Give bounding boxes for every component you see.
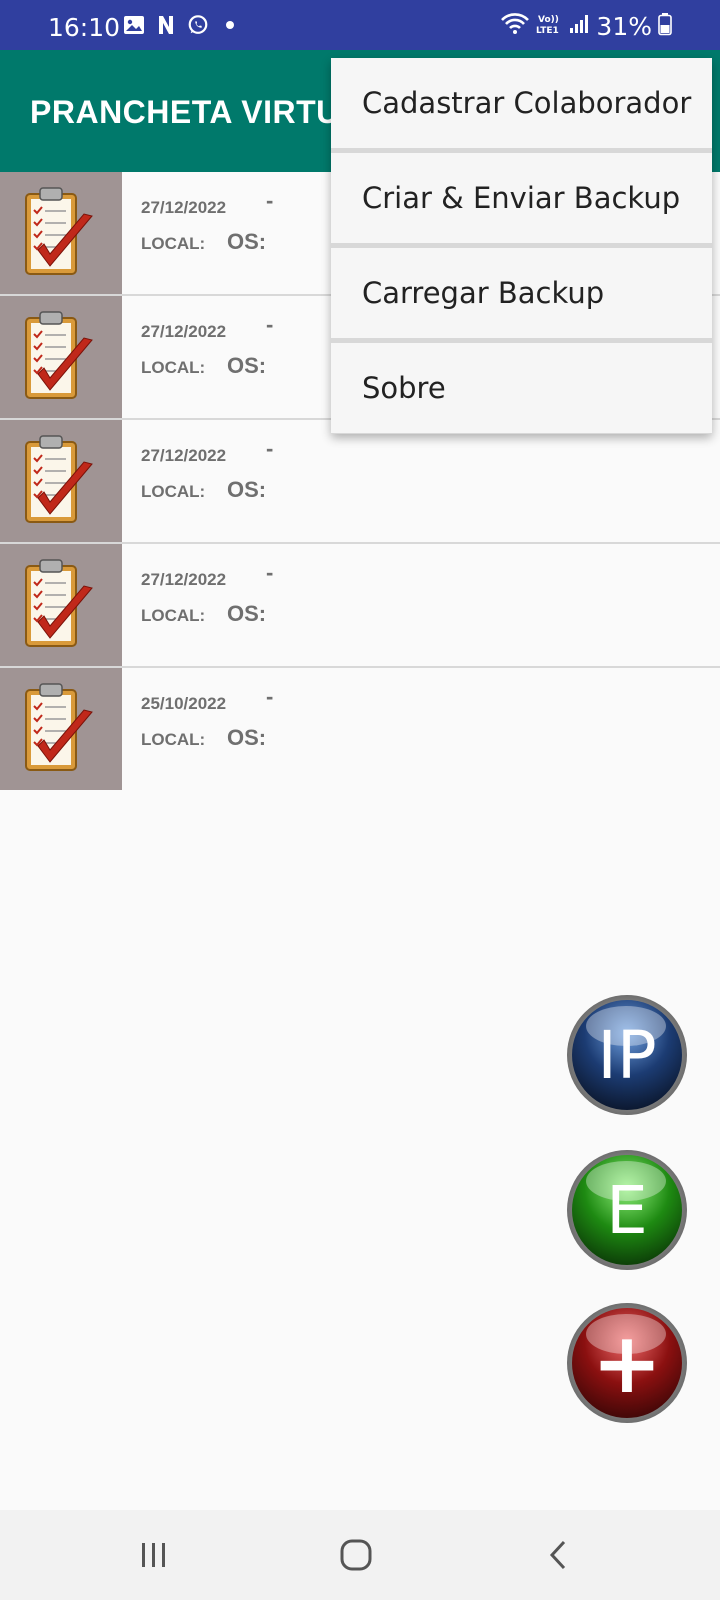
menu-item-criar-enviar-backup[interactable]: Criar & Enviar Backup (331, 153, 712, 243)
list-item-dash: - (266, 684, 274, 709)
dot-icon (219, 14, 241, 36)
list-item[interactable]: 25/10/2022 - LOCAL: OS: (0, 668, 720, 792)
clipboard-check-icon (0, 172, 122, 294)
screen: 16:10 Vo)) LTE1 31% PRANCHETA VIRTU 27/1… (0, 0, 720, 1600)
list-item-dash: - (266, 436, 274, 461)
list-item-os-label: OS: (227, 477, 267, 502)
ip-button[interactable]: IP (567, 995, 687, 1115)
list-item-dash: - (266, 560, 274, 585)
app-title: PRANCHETA VIRTU (30, 94, 340, 130)
recent-apps-icon[interactable] (124, 1532, 184, 1578)
battery-percent: 31% (596, 12, 652, 41)
status-time: 16:10 (48, 13, 121, 42)
list-item-local-label: LOCAL: (141, 482, 206, 501)
menu-item-sobre[interactable]: Sobre (331, 343, 712, 433)
list-item-local-label: LOCAL: (141, 730, 206, 749)
menu-item-cadastrar-colaborador[interactable]: Cadastrar Colaborador (331, 58, 712, 148)
list-item-os-label: OS: (227, 229, 267, 254)
ip-button-face: IP (572, 1000, 682, 1110)
e-button-label: E (606, 1171, 648, 1249)
add-button-face: + (572, 1308, 682, 1418)
menu-item-carregar-backup[interactable]: Carregar Backup (331, 248, 712, 338)
e-button[interactable]: E (567, 1150, 687, 1270)
signal-icon (568, 12, 590, 41)
n-app-icon (155, 14, 177, 36)
back-icon[interactable] (528, 1532, 588, 1578)
battery-icon (658, 12, 672, 41)
list-item-os-label: OS: (227, 601, 267, 626)
list-item-local-label: LOCAL: (141, 358, 206, 377)
clipboard-check-icon (0, 668, 122, 790)
home-icon[interactable] (326, 1532, 386, 1578)
clipboard-check-icon (0, 420, 122, 542)
gallery-icon (123, 14, 145, 36)
clipboard-check-icon (0, 296, 122, 418)
status-system-icons: Vo)) LTE1 31% (500, 12, 672, 41)
list-item-os-label: OS: (227, 725, 267, 750)
list-item-date: 25/10/2022 (141, 694, 227, 713)
svg-text:Vo)): Vo)) (538, 15, 559, 25)
add-button-label: + (591, 1314, 663, 1412)
list-item-os-label: OS: (227, 353, 267, 378)
list-item[interactable]: 27/12/2022 - LOCAL: OS: (0, 420, 720, 544)
list-item-date: 27/12/2022 (141, 322, 227, 341)
volte-lte-icon: Vo)) LTE1 (536, 12, 562, 41)
overflow-menu: Cadastrar Colaborador Criar & Enviar Bac… (331, 58, 712, 434)
list-item-local-label: LOCAL: (141, 234, 206, 253)
list-item-local-label: LOCAL: (141, 606, 206, 625)
list-item-date: 27/12/2022 (141, 570, 227, 589)
wifi-icon (500, 12, 530, 41)
status-bar: 16:10 Vo)) LTE1 31% (0, 0, 720, 50)
svg-text:LTE1: LTE1 (536, 26, 559, 36)
list-item-date: 27/12/2022 (141, 198, 227, 217)
status-notification-icons (123, 14, 241, 36)
list-item-dash: - (266, 312, 274, 337)
system-nav-bar (0, 1510, 720, 1600)
list-item-dash: - (266, 188, 274, 213)
add-button[interactable]: + (567, 1303, 687, 1423)
clipboard-check-icon (0, 544, 122, 666)
whatsapp-icon (187, 14, 209, 36)
list-item[interactable]: 27/12/2022 - LOCAL: OS: (0, 544, 720, 668)
list-item-date: 27/12/2022 (141, 446, 227, 465)
e-button-face: E (572, 1155, 682, 1265)
ip-button-label: IP (597, 1016, 657, 1094)
